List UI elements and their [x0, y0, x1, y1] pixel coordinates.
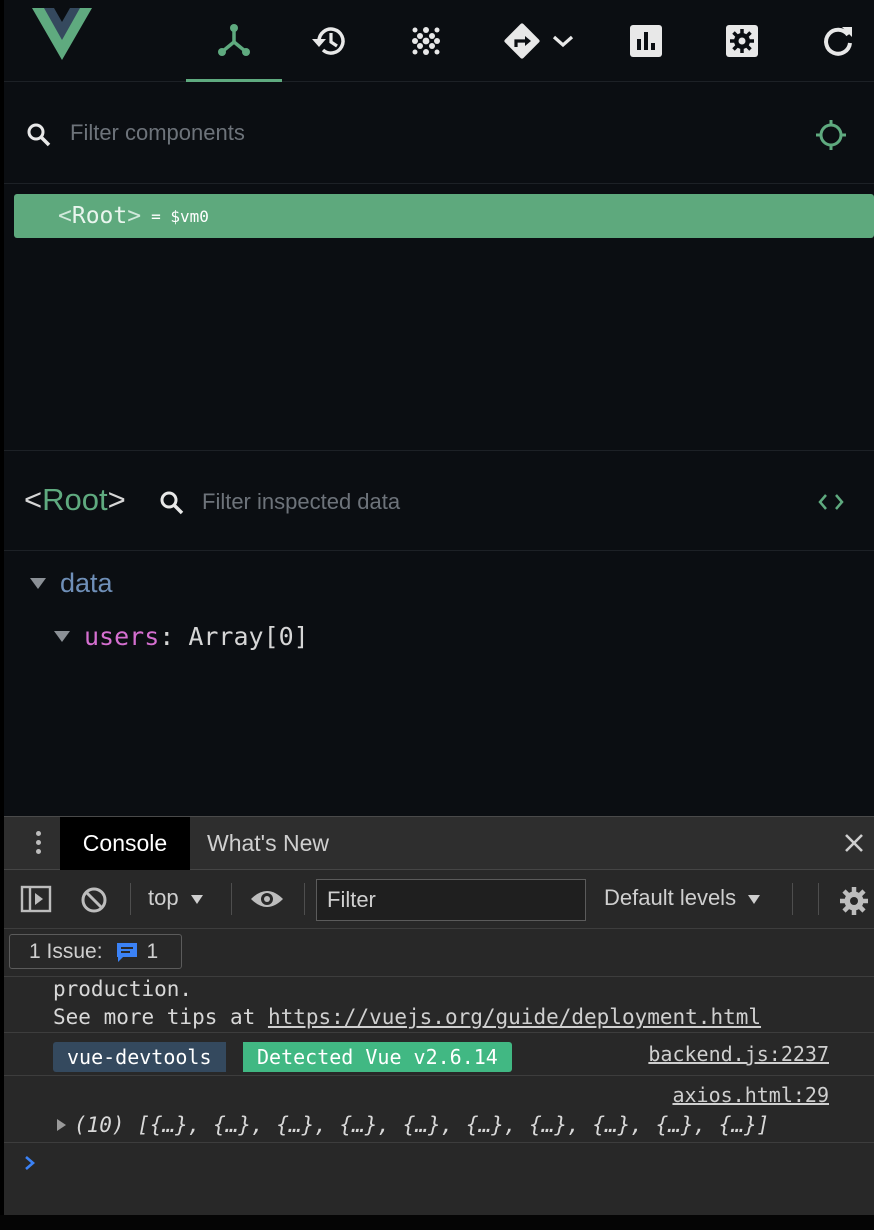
toolbar-divider: [304, 883, 305, 915]
inspector-title: <Root>: [24, 482, 126, 517]
toolbar-divider: [231, 883, 232, 915]
context-selector[interactable]: top: [148, 885, 203, 911]
inspector-body: data users: Array[0]: [4, 552, 874, 816]
filter-inspected-data-input[interactable]: Filter inspected data: [202, 489, 400, 515]
field-value: Array[0]: [188, 622, 309, 651]
caret-down-icon: [748, 894, 761, 904]
console-drawer: Console What's New top Filter Default le…: [4, 816, 874, 1215]
inspector-header: <Root> Filter inspected data: [4, 452, 874, 551]
component-filter-bar: Filter components: [4, 84, 874, 184]
issues-count: 1: [146, 939, 159, 963]
select-component-icon[interactable]: [814, 118, 848, 152]
close-icon[interactable]: [842, 831, 866, 855]
performance-icon: [630, 25, 662, 57]
field-key: users: [84, 622, 160, 651]
console-message: vue-devtools Detected Vue v2.6.14 backen…: [4, 1034, 874, 1076]
filter-components-input[interactable]: Filter components: [70, 120, 245, 146]
settings-tab[interactable]: [712, 0, 772, 82]
toolbar-divider: [792, 883, 793, 915]
expand-triangle-icon: [57, 1119, 66, 1131]
log-levels-dropdown[interactable]: Default levels: [604, 885, 761, 911]
refresh-icon: [824, 27, 852, 56]
console-message: production. See more tips at https://vue…: [4, 977, 874, 1033]
vue-devtools-toolbar: [4, 0, 874, 82]
source-link[interactable]: backend.js:2237: [648, 1042, 829, 1066]
devtools-badge: vue-devtools: [53, 1042, 226, 1072]
code-icon[interactable]: [817, 490, 845, 514]
devtools-window: Filter components <Root> = $vm0 <Root> F…: [4, 0, 874, 1215]
toolbar-divider: [130, 883, 131, 915]
deployment-link[interactable]: https://vuejs.org/guide/deployment.html: [268, 1005, 761, 1029]
routing-icon: [504, 23, 540, 59]
array-preview[interactable]: (10) [{…}, {…}, {…}, {…}, {…}, {…}, {…},…: [57, 1113, 769, 1137]
root-component-tag: <Root>: [58, 203, 142, 229]
more-options-icon[interactable]: [28, 831, 48, 857]
expand-triangle-icon: [30, 578, 46, 589]
data-section-label: data: [60, 568, 113, 598]
vuex-icon: [412, 27, 440, 55]
issues-bar: 1 Issue: 1: [4, 929, 874, 977]
search-icon: [27, 123, 51, 147]
timeline-tab[interactable]: [300, 0, 360, 82]
settings-icon: [726, 25, 758, 57]
source-link[interactable]: axios.html:29: [672, 1083, 829, 1107]
eye-icon[interactable]: [249, 887, 285, 911]
performance-tab[interactable]: [616, 0, 676, 82]
drawer-tabbar: Console What's New: [4, 817, 874, 870]
clear-console-icon[interactable]: [79, 885, 109, 915]
message-icon: [116, 942, 137, 962]
caret-down-icon: [190, 894, 203, 904]
routing-tab[interactable]: [494, 0, 584, 82]
users-field-row[interactable]: users: Array[0]: [54, 622, 309, 651]
vuex-tab[interactable]: [396, 0, 456, 82]
timeline-icon: [312, 27, 345, 55]
components-icon: [218, 24, 250, 56]
data-section-toggle[interactable]: data: [30, 568, 113, 599]
console-message: axios.html:29 (10) [{…}, {…}, {…}, {…}, …: [4, 1077, 874, 1143]
search-icon: [160, 491, 184, 515]
refresh-button[interactable]: [808, 0, 868, 82]
issues-button[interactable]: 1 Issue: 1: [9, 934, 182, 969]
console-filter-input[interactable]: Filter: [316, 879, 586, 921]
expand-triangle-icon: [54, 631, 70, 642]
gear-icon[interactable]: [838, 885, 870, 917]
components-tab[interactable]: [186, 0, 282, 82]
tab-console[interactable]: Console: [60, 817, 190, 870]
component-tree: <Root> = $vm0: [4, 185, 874, 451]
sidebar-toggle-icon[interactable]: [20, 885, 52, 913]
window-bottom-edge: [0, 1215, 874, 1230]
root-component-row[interactable]: <Root> = $vm0: [14, 194, 874, 238]
vue-logo-icon: [32, 8, 92, 60]
toolbar-divider: [818, 883, 819, 915]
tab-whats-new[interactable]: What's New: [207, 817, 329, 870]
vm-reference: = $vm0: [151, 206, 209, 226]
vue-version-badge: Detected Vue v2.6.14: [243, 1042, 512, 1072]
console-prompt-icon[interactable]: [22, 1153, 38, 1173]
console-toolbar: top Filter Default levels: [4, 871, 874, 929]
chevron-down-icon: [552, 35, 574, 48]
